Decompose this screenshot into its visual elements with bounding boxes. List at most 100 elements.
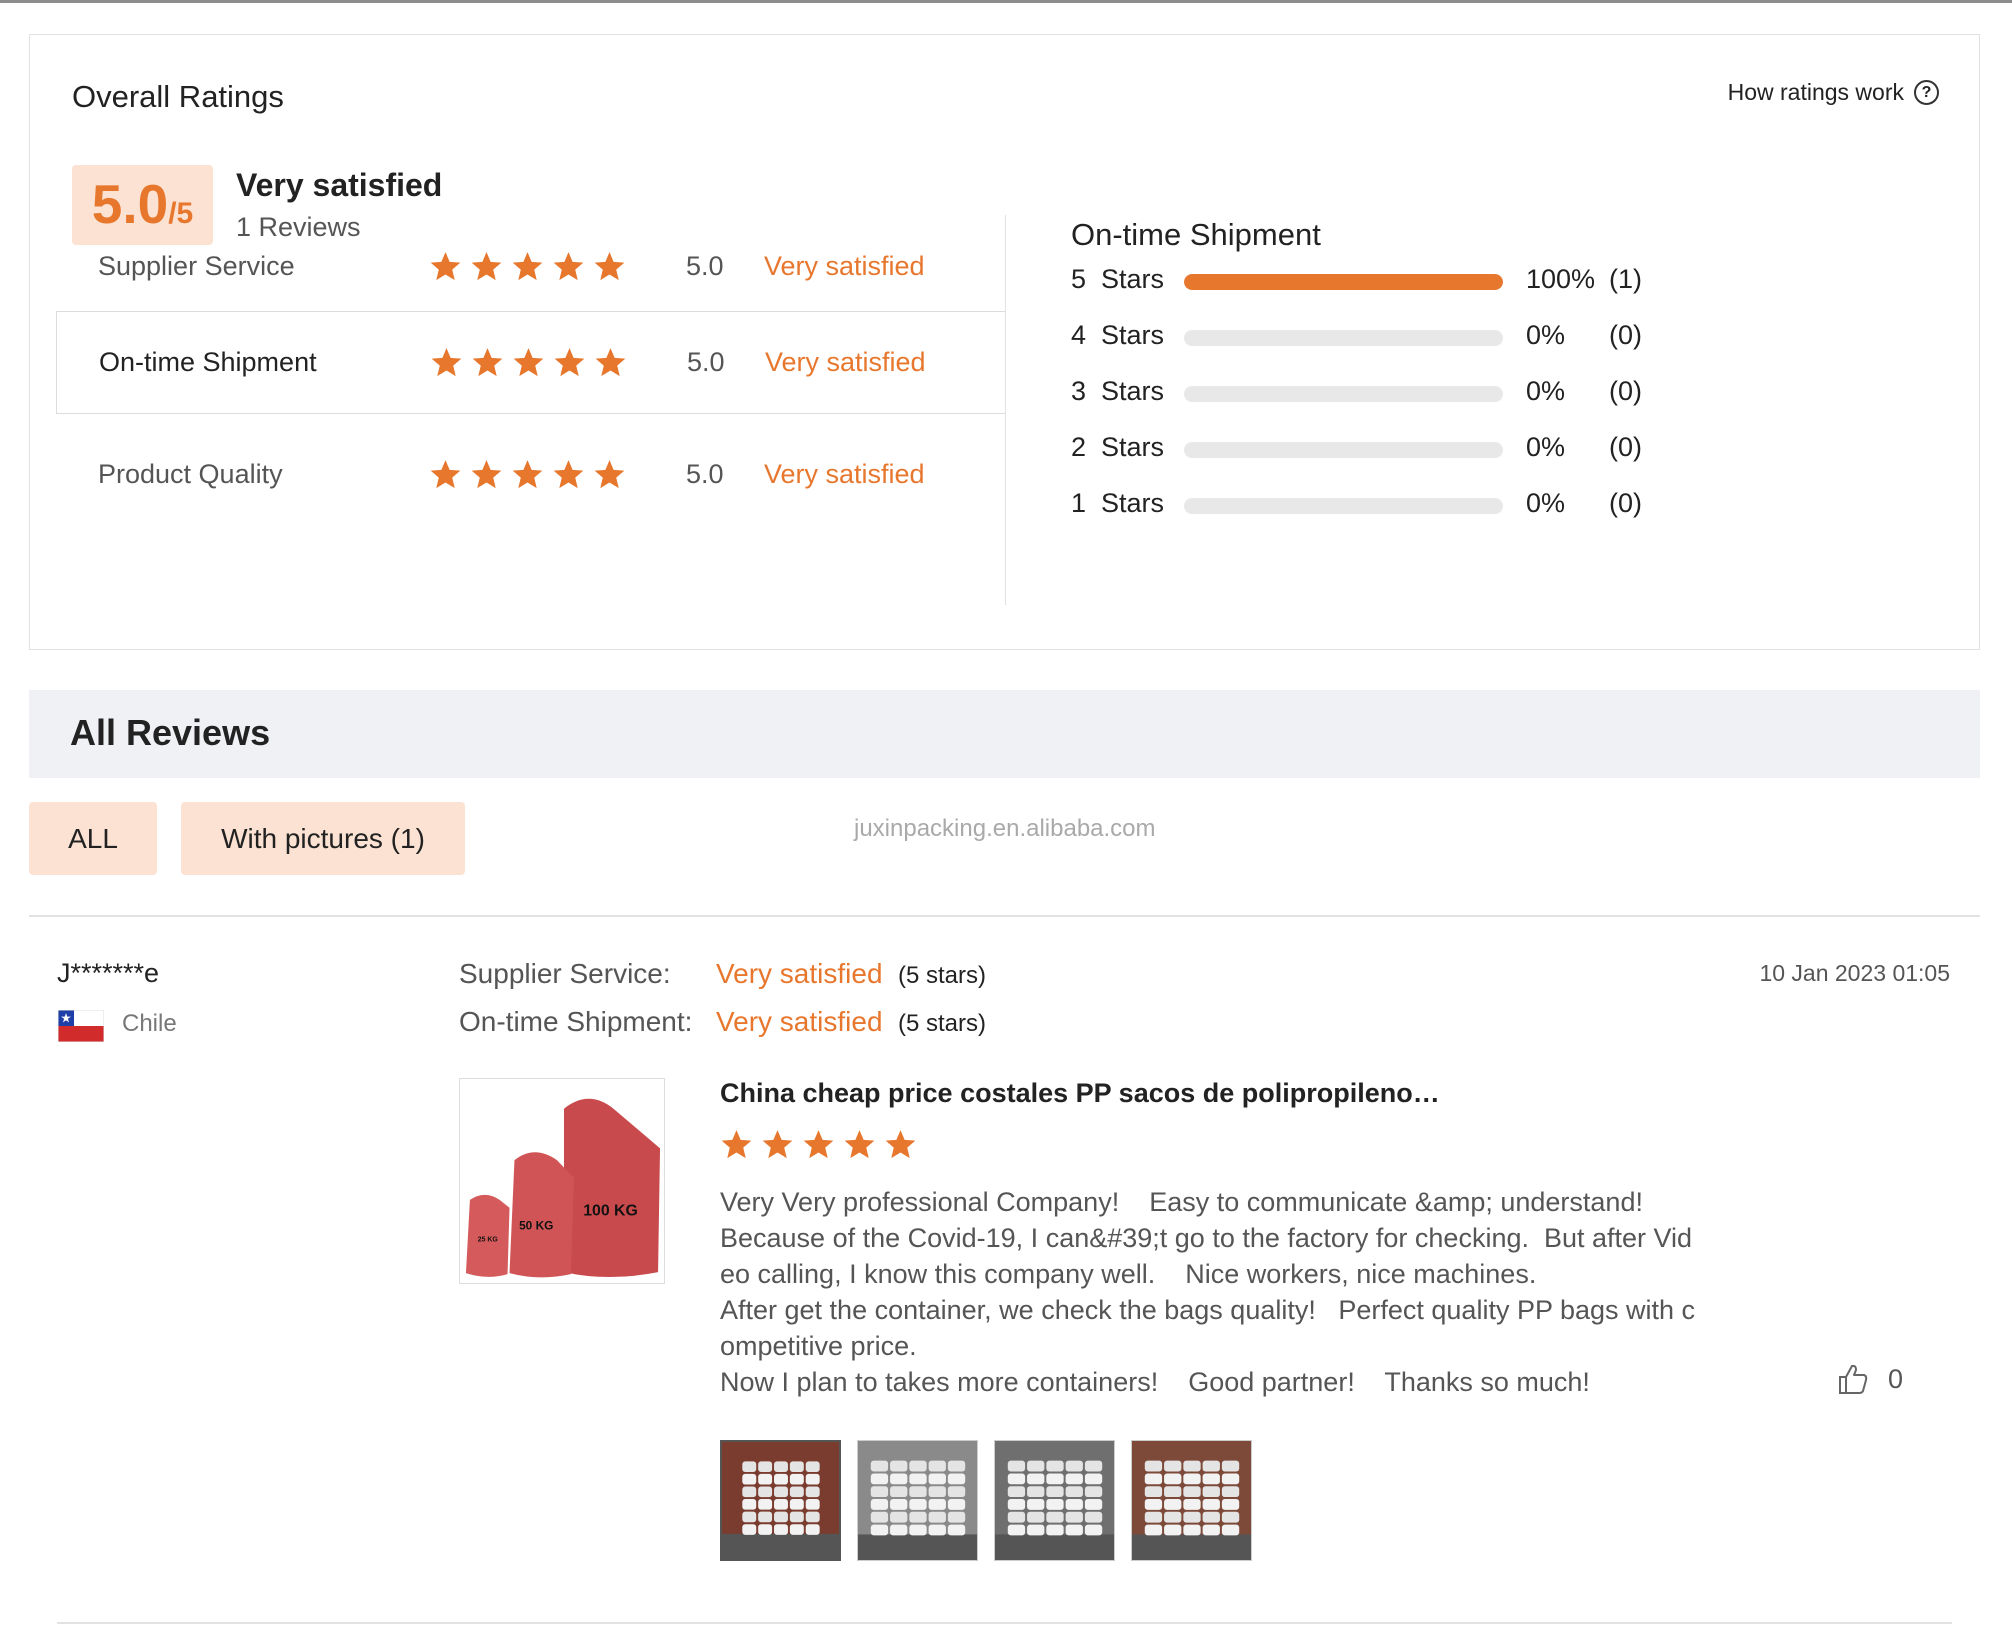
review-text-line: Because of the Covid-19, I can&#39;t go … <box>720 1223 1693 1253</box>
distribution-count: (0) <box>1609 432 1642 462</box>
star-icon <box>595 348 626 377</box>
review-photo-thumbnail[interactable] <box>1131 1440 1252 1561</box>
thumbs-up-icon <box>1839 1364 1868 1394</box>
star-icon <box>553 460 584 489</box>
review-photo-thumbnail[interactable] <box>994 1440 1115 1561</box>
overall-summary-label: Very satisfied <box>236 167 443 203</box>
top-divider <box>0 0 2012 3</box>
distribution-percent: 0% <box>1526 376 1566 406</box>
rating-dimension-label: Supplier Service <box>98 251 295 281</box>
distribution-row: 4 Stars 0% (0) <box>1071 316 1671 356</box>
rating-dimension-label: On-time Shipment <box>99 347 317 377</box>
star-icon <box>430 460 461 489</box>
review-rating-value: Very satisfied <box>716 958 883 989</box>
distribution-bar <box>1184 274 1503 290</box>
rating-dimension-text: Very satisfied <box>764 251 925 281</box>
help-circle-icon: ? <box>1914 80 1939 105</box>
rating-dimension-text: Very satisfied <box>764 459 925 489</box>
distribution-percent: 100% <box>1526 264 1596 294</box>
star-icon <box>471 252 502 281</box>
all-reviews-header: All Reviews <box>29 690 1980 778</box>
review-photo-thumbnail[interactable] <box>857 1440 978 1561</box>
filter-with-pictures-button[interactable]: With pictures (1) <box>181 802 465 875</box>
reviewer-name: J*******e <box>57 958 160 988</box>
review-text-line: Very Very professional Company! Easy to … <box>720 1187 1643 1217</box>
rating-dimension-score: 5.0 <box>687 347 725 377</box>
review-rating-label: Supplier Service: <box>459 958 671 989</box>
star-icon <box>512 460 543 489</box>
all-reviews-title: All Reviews <box>70 712 271 753</box>
product-thumbnail[interactable]: 100 KG 50 KG 25 KG <box>459 1078 665 1284</box>
distribution-label: 2 Stars <box>1071 432 1165 462</box>
review-date: 10 Jan 2023 01:05 <box>1759 960 1950 986</box>
star-rating <box>430 346 627 379</box>
reviews-divider <box>29 915 1980 917</box>
rating-row-supplier-service[interactable]: Supplier Service 5.0 Very satisfied <box>72 215 1006 318</box>
review-rating-stars-text: (5 stars) <box>898 962 987 989</box>
distribution-label: 4 Stars <box>1071 320 1165 350</box>
how-ratings-work-label: How ratings work <box>1727 79 1904 105</box>
review-rating-label: On-time Shipment: <box>459 1006 693 1037</box>
rating-dimension-score: 5.0 <box>686 459 724 489</box>
distribution-bar <box>1184 330 1503 346</box>
distribution-percent: 0% <box>1526 320 1566 350</box>
star-icon <box>431 348 462 377</box>
star-rating <box>429 250 626 283</box>
product-star-rating <box>720 1128 917 1161</box>
like-button[interactable]: 0 <box>1836 1362 1903 1396</box>
distribution-bar-fill <box>1184 274 1503 290</box>
distribution-title: On-time Shipment <box>1071 217 1321 252</box>
rating-row-on-time-shipment[interactable]: On-time Shipment 5.0 Very satisfied <box>56 311 1006 414</box>
bag-label: 50 KG <box>519 1219 553 1233</box>
distribution-row: 1 Stars 0% (0) <box>1071 484 1671 524</box>
product-title-link[interactable]: China cheap price costales PP sacos de p… <box>720 1078 1440 1109</box>
star-icon <box>471 460 502 489</box>
star-icon <box>803 1130 834 1159</box>
distribution-row: 3 Stars 0% (0) <box>1071 372 1671 412</box>
vertical-divider <box>1005 215 1006 605</box>
distribution-row: 2 Stars 0% (0) <box>1071 428 1671 468</box>
distribution-bar <box>1184 386 1503 402</box>
distribution-percent: 0% <box>1526 488 1566 518</box>
distribution-count: (0) <box>1609 320 1642 350</box>
review-rating-stars-text: (5 stars) <box>898 1010 987 1037</box>
overall-ratings-card: Overall Ratings How ratings work ? 5.0 /… <box>29 34 1980 650</box>
star-icon <box>553 252 584 281</box>
star-icon <box>430 252 461 281</box>
distribution-row: 5 Stars 100% (1) <box>1071 260 1671 300</box>
rating-row-product-quality[interactable]: Product Quality 5.0 Very satisfied <box>72 423 1006 526</box>
review-text-line: ompetitive price. <box>720 1331 917 1361</box>
review-text-line: Now I plan to takes more containers! Goo… <box>720 1367 1590 1397</box>
filter-all-button[interactable]: ALL <box>29 802 157 875</box>
star-icon <box>554 348 585 377</box>
reviewer-country: Chile <box>122 1010 177 1037</box>
review-photo-thumbnail[interactable] <box>720 1440 841 1561</box>
review-rating-value: Very satisfied <box>716 1006 883 1037</box>
star-icon <box>762 1130 793 1159</box>
bag-label: 100 KG <box>583 1203 638 1220</box>
distribution-count: (1) <box>1609 264 1642 294</box>
review-bottom-divider <box>57 1622 1952 1624</box>
distribution-label: 1 Stars <box>1071 488 1165 518</box>
star-rating <box>429 458 626 491</box>
distribution-bar <box>1184 442 1503 458</box>
chile-flag-icon <box>58 1010 104 1042</box>
star-icon <box>472 348 503 377</box>
star-icon <box>844 1130 875 1159</box>
like-count: 0 <box>1888 1363 1904 1394</box>
distribution-label: 3 Stars <box>1071 376 1165 406</box>
rating-dimension-score: 5.0 <box>686 251 724 281</box>
rating-dimension-text: Very satisfied <box>765 347 926 377</box>
star-icon <box>721 1130 752 1159</box>
how-ratings-work-link[interactable]: How ratings work ? <box>1728 79 1939 106</box>
distribution-bar <box>1184 498 1503 514</box>
store-watermark: juxinpacking.en.alibaba.com <box>854 815 1156 842</box>
review-text-line: eo calling, I know this company well. Ni… <box>720 1259 1537 1289</box>
star-icon <box>594 460 625 489</box>
rating-dimension-label: Product Quality <box>98 459 283 489</box>
review-text: Very Very professional Company! Easy to … <box>720 1184 1720 1400</box>
distribution-count: (0) <box>1609 488 1642 518</box>
distribution-count: (0) <box>1609 376 1642 406</box>
star-icon <box>513 348 544 377</box>
distribution-percent: 0% <box>1526 432 1566 462</box>
